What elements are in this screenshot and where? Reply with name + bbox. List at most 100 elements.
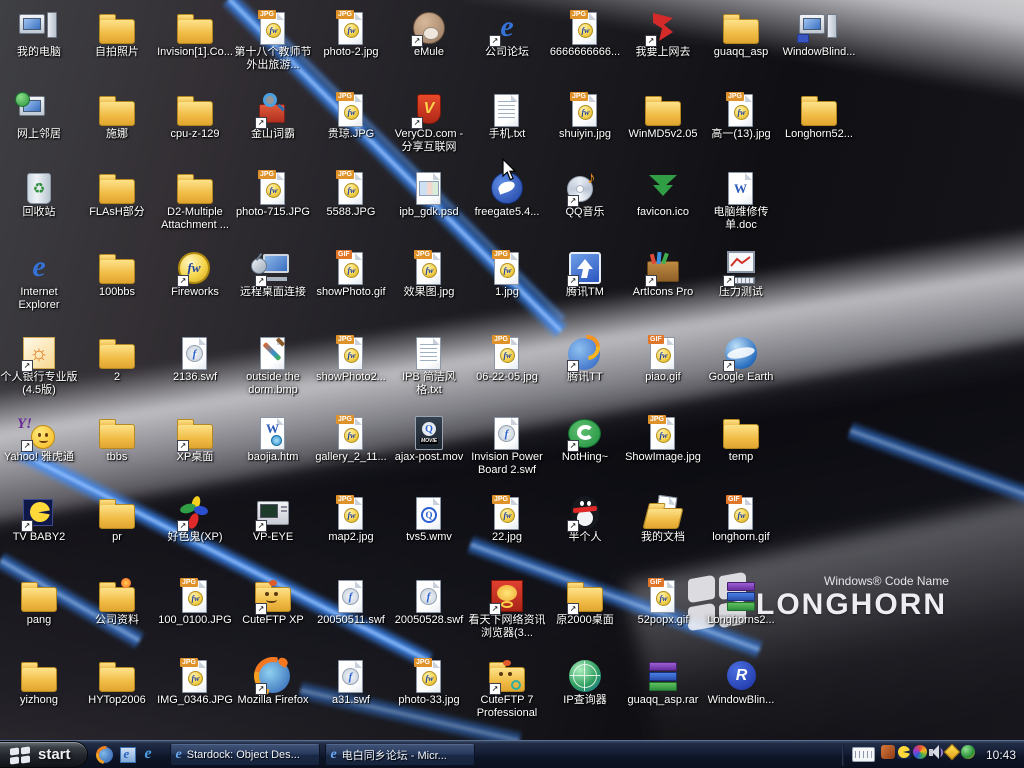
tray-app-icon-2[interactable]	[896, 744, 912, 760]
desktop-icon[interactable]: JPGfw第十八个教师节外出旅游...	[234, 10, 312, 86]
desktop-icon[interactable]: f2136.swf	[156, 335, 234, 411]
desktop-icon[interactable]: JPGfw高一(13).jpg	[702, 92, 780, 168]
desktop-icon[interactable]: WindowBlind...	[780, 10, 858, 86]
desktop-icon[interactable]: ↗XP桌面	[156, 415, 234, 491]
desktop-icon[interactable]: JPGfwphoto-2.jpg	[312, 10, 390, 86]
desktop-icon[interactable]: JPGfwShowImage.jpg	[624, 415, 702, 491]
desktop-icon[interactable]: HYTop2006	[78, 658, 156, 734]
desktop-icon[interactable]: outside the dorm.bmp	[234, 335, 312, 411]
desktop-icon[interactable]: 2	[78, 335, 156, 411]
desktop-icon[interactable]: FLAsH部分	[78, 170, 156, 246]
desktop-icon[interactable]: W电脑维修传单.doc	[702, 170, 780, 246]
tray-app-icon-3[interactable]	[912, 744, 928, 760]
desktop-icon[interactable]: yizhong	[0, 658, 78, 734]
desktop-icon[interactable]: JPGfwmap2.jpg	[312, 495, 390, 571]
desktop-icon[interactable]: JPGfw1.jpg	[468, 250, 546, 326]
desktop-icon[interactable]: 网上邻居	[0, 92, 78, 168]
desktop-icon[interactable]: ↗腾讯TT	[546, 335, 624, 411]
desktop-icon[interactable]: JPGfw效果图.jpg	[390, 250, 468, 326]
start-button[interactable]: start	[0, 741, 88, 768]
desktop-icon[interactable]: ↗看天下网络资讯浏览器(3...	[468, 578, 546, 654]
desktop-icon[interactable]: ↗半个人	[546, 495, 624, 571]
desktop-icon[interactable]: 我的文档	[624, 495, 702, 571]
desktop-icon[interactable]: JPGfwphoto-33.jpg	[390, 658, 468, 734]
desktop-icon[interactable]: fa31.swf	[312, 658, 390, 734]
desktop-icon[interactable]: pr	[78, 495, 156, 571]
desktop-icon[interactable]: GIFfw52popx.gif	[624, 578, 702, 654]
desktop-icon[interactable]: guaqq_asp.rar	[624, 658, 702, 734]
desktop-icon[interactable]: JPGfwphoto-715.JPG	[234, 170, 312, 246]
desktop-icon[interactable]: ↗原2000桌面	[546, 578, 624, 654]
desktop-icon[interactable]: 公司资料	[78, 578, 156, 654]
desktop-icon[interactable]: fw↗Fireworks	[156, 250, 234, 326]
desktop-icon[interactable]: V↗VeryCD.com - 分享互联网	[390, 92, 468, 168]
desktop-icon[interactable]: ↗远程桌面连接	[234, 250, 312, 326]
desktop-icon[interactable]: JPGfw22.jpg	[468, 495, 546, 571]
desktop-icon[interactable]: JPGfwgallery_2_11...	[312, 415, 390, 491]
desktop-icon[interactable]: f20050511.swf	[312, 578, 390, 654]
desktop-icon[interactable]: ♪↗QQ音乐	[546, 170, 624, 246]
input-method-icon[interactable]	[852, 747, 875, 762]
desktop-icon[interactable]: 手机.txt	[468, 92, 546, 168]
desktop-icon[interactable]: ↗CuteFTP 7 Professional	[468, 658, 546, 734]
desktop-icon[interactable]: GIFfwshowPhoto.gif	[312, 250, 390, 326]
ie-quick-launch-icon[interactable]: e	[142, 746, 160, 764]
tray-app-icon-4[interactable]	[928, 744, 944, 760]
task-button[interactable]: e电白同乡论坛 - Micr...	[325, 744, 475, 766]
desktop-icon[interactable]: JPGfwshowPhoto2...	[312, 335, 390, 411]
desktop-icon[interactable]: QMOVIEajax-post.mov	[390, 415, 468, 491]
firefox-quick-launch-icon[interactable]	[96, 746, 114, 764]
task-button[interactable]: eStardock: Object Des...	[170, 744, 320, 766]
desktop-icon[interactable]: 100bbs	[78, 250, 156, 326]
desktop-icon[interactable]: ↗eMule	[390, 10, 468, 86]
desktop-icon[interactable]: GIFfwpiao.gif	[624, 335, 702, 411]
tray-app-icon-5[interactable]	[944, 744, 960, 760]
desktop-icon[interactable]: ↗VP-EYE	[234, 495, 312, 571]
desktop-icon[interactable]: ↗我要上网去	[624, 10, 702, 86]
desktop-icon[interactable]: f20050528.swf	[390, 578, 468, 654]
desktop-icon[interactable]: ↗NotHing~	[546, 415, 624, 491]
desktop-icon[interactable]: ☼↗个人银行专业版(4.5版)	[0, 335, 78, 411]
desktop-icon[interactable]: temp	[702, 415, 780, 491]
desktop-icon[interactable]: ipb_gdk.psd	[390, 170, 468, 246]
desktop-icon[interactable]: eInternet Explorer	[0, 250, 78, 326]
window-app-quick-launch-icon[interactable]: e	[119, 746, 137, 764]
desktop-icon[interactable]: JPGfwIMG_0346.JPG	[156, 658, 234, 734]
desktop-icon[interactable]: Longhorn52...	[780, 92, 858, 168]
desktop-icon[interactable]: JPGfw100_0100.JPG	[156, 578, 234, 654]
desktop-icon[interactable]: 我的电脑	[0, 10, 78, 86]
desktop-icon[interactable]: ↗金山词霸	[234, 92, 312, 168]
desktop-icon[interactable]: ↗压力测试	[702, 250, 780, 326]
desktop-icon[interactable]: JPGfw6666666666...	[546, 10, 624, 86]
desktop-icon[interactable]: Longhorns2...	[702, 578, 780, 654]
desktop-icon[interactable]: JPGfw06-22-05.jpg	[468, 335, 546, 411]
desktop-icon[interactable]: JPGfw贵琼.JPG	[312, 92, 390, 168]
desktop-icon[interactable]: ↗CuteFTP XP	[234, 578, 312, 654]
desktop-icon[interactable]: Y!↗Yahoo! 雅虎通	[0, 415, 78, 491]
desktop-icon[interactable]: JPGfw5588.JPG	[312, 170, 390, 246]
desktop-icon[interactable]: RWindowBlin...	[702, 658, 780, 734]
desktop-icon[interactable]: pang	[0, 578, 78, 654]
desktop-icon[interactable]: ↗腾讯TM	[546, 250, 624, 326]
desktop-icon[interactable]: e↗公司论坛	[468, 10, 546, 86]
desktop-icon[interactable]: freegate5.4...	[468, 170, 546, 246]
desktop-icon[interactable]: tbbs	[78, 415, 156, 491]
desktop-icon[interactable]: IPB 简洁风格.txt	[390, 335, 468, 411]
desktop-icon[interactable]: JPGfwshuiyin.jpg	[546, 92, 624, 168]
desktop-icon[interactable]: ↗Google Earth	[702, 335, 780, 411]
desktop-icon[interactable]: 施娜	[78, 92, 156, 168]
desktop-icon[interactable]: guaqq_asp	[702, 10, 780, 86]
desktop-icon[interactable]: Qtvs5.wmv	[390, 495, 468, 571]
desktop-icon[interactable]: ↗好色鬼(XP)	[156, 495, 234, 571]
desktop-icon[interactable]: ↗ArtIcons Pro	[624, 250, 702, 326]
desktop-icon[interactable]: WinMD5v2.05	[624, 92, 702, 168]
desktop-icon[interactable]: ↗Mozilla Firefox	[234, 658, 312, 734]
desktop-icon[interactable]: favicon.ico	[624, 170, 702, 246]
desktop-icon[interactable]: IP查询器	[546, 658, 624, 734]
desktop-icon[interactable]: 自拍照片	[78, 10, 156, 86]
desktop-icon[interactable]: D2-Multiple Attachment ...	[156, 170, 234, 246]
desktop-icon[interactable]: Invision[1].Co...	[156, 10, 234, 86]
desktop-icon[interactable]: fInvision Power Board 2.swf	[468, 415, 546, 491]
desktop-icon[interactable]: GIFfwlonghorn.gif	[702, 495, 780, 571]
tray-app-icon-1[interactable]	[880, 744, 896, 760]
